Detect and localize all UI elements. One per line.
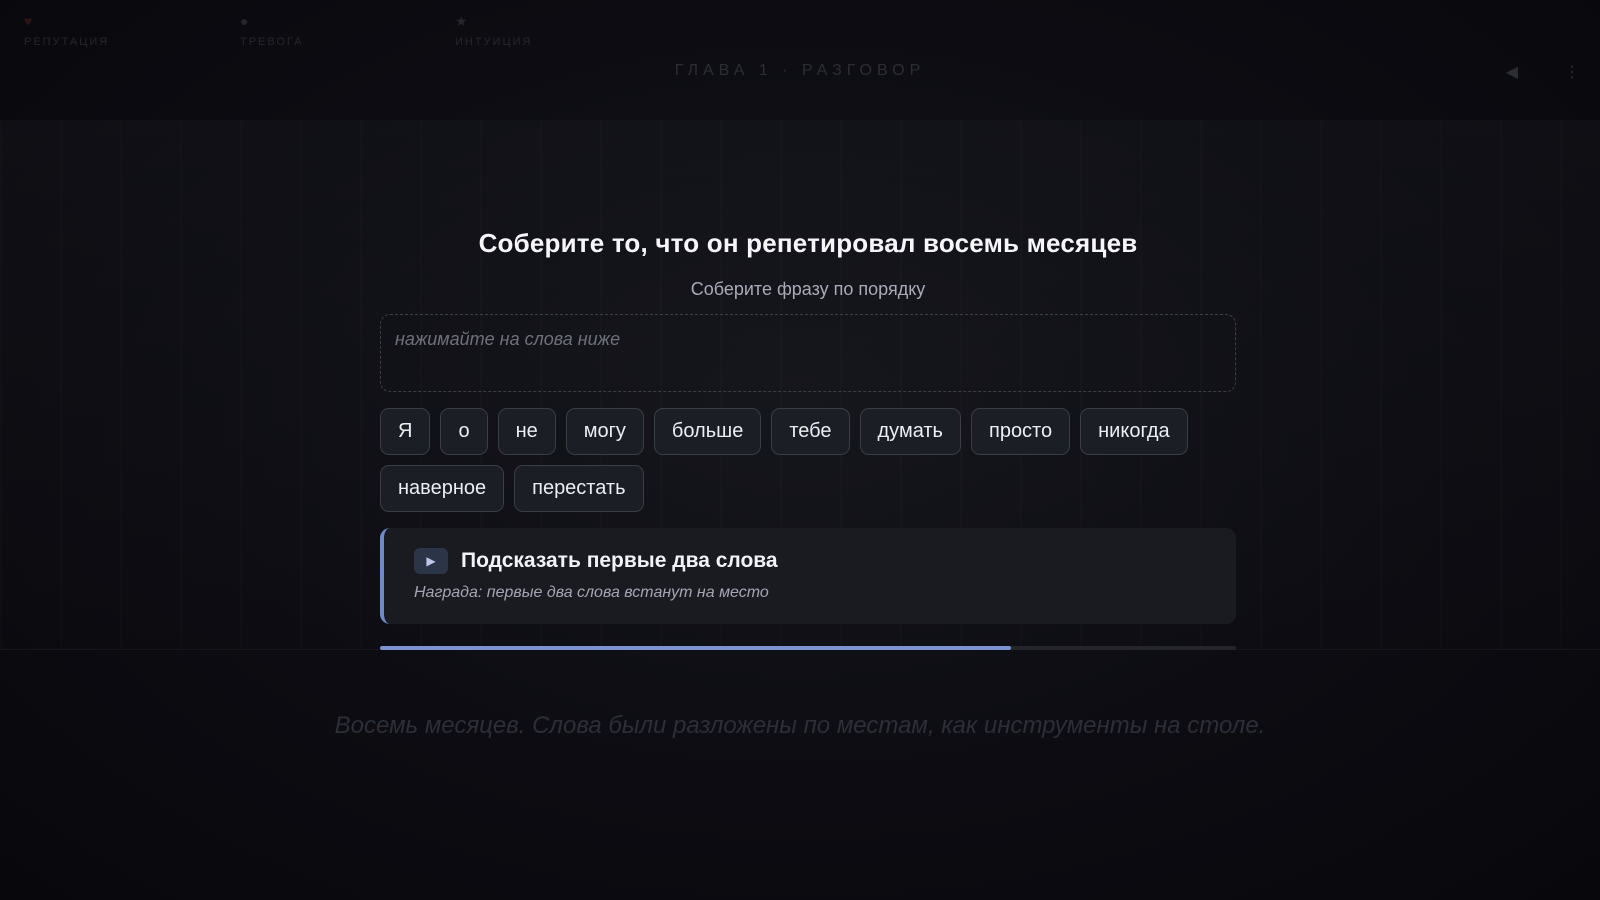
puzzle-subtitle: Соберите фразу по порядку <box>690 279 926 299</box>
word-chip[interactable]: о <box>440 408 488 455</box>
hint-ad-button[interactable]: ▶ Подсказать первые два слова Награда: п… <box>380 528 1236 624</box>
stat-label: ИНТУИЦИЯ <box>455 36 533 48</box>
stat-label: ТРЕВОГА <box>240 36 304 48</box>
heart-icon: ♥ <box>24 13 33 29</box>
hint-reward-text: Награда: первые два слова встанут на мес… <box>414 584 769 601</box>
play-icon: ▶ <box>414 548 448 574</box>
word-chip[interactable]: наверное <box>380 465 505 512</box>
word-chip[interactable]: никогда <box>1080 408 1188 455</box>
stat-anxiety: ● ТРЕВОГА <box>240 14 303 48</box>
puzzle-title: Соберите то, что он репетировал восемь м… <box>478 228 1138 258</box>
word-chip[interactable]: тебе <box>771 408 850 455</box>
narration-caption: Восемь месяцев. Слова были разложены по … <box>334 712 1266 739</box>
star-icon: ★ <box>455 13 468 29</box>
answer-drop-zone[interactable]: нажимайте на слова ниже <box>380 314 1236 392</box>
hint-title: Подсказать первые два слова <box>461 549 778 572</box>
top-hud: ♥ РЕПУТАЦИЯ ● ТРЕВОГА ★ ИНТУИЦИЯ ГЛАВА 1… <box>0 0 1600 110</box>
stat-reputation: ♥ РЕПУТАЦИЯ <box>24 14 109 48</box>
chapter-title: ГЛАВА 1 · РАЗГОВОР <box>674 62 926 79</box>
phrase-puzzle-panel: Соберите то, что он репетировал восемь м… <box>380 228 1236 650</box>
stat-label: РЕПУТАЦИЯ <box>24 36 110 48</box>
word-chip[interactable]: Я <box>380 408 431 455</box>
menu-icon[interactable]: ⋮ <box>1564 62 1580 82</box>
word-chip[interactable]: перестать <box>514 465 644 512</box>
answer-placeholder: нажимайте на слова ниже <box>395 329 621 349</box>
word-bank: Я о не могу больше тебе думать просто ни… <box>380 408 1236 512</box>
progress-bar <box>380 646 1236 650</box>
dot-icon: ● <box>240 13 249 29</box>
progress-bar-fill <box>380 646 1011 650</box>
word-chip[interactable]: просто <box>970 408 1071 455</box>
word-chip[interactable]: больше <box>653 408 762 455</box>
word-chip[interactable]: думать <box>859 408 961 455</box>
word-chip[interactable]: не <box>497 408 556 455</box>
game-screen: ♥ РЕПУТАЦИЯ ● ТРЕВОГА ★ ИНТУИЦИЯ ГЛАВА 1… <box>0 0 1600 900</box>
word-chip[interactable]: могу <box>565 408 644 455</box>
stat-intuition: ★ ИНТУИЦИЯ <box>455 14 532 48</box>
sound-icon[interactable]: ◀ <box>1506 62 1518 82</box>
